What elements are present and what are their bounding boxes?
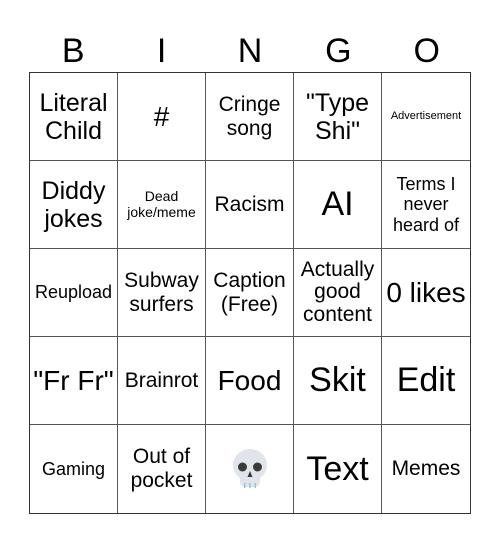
bingo-cell[interactable]: Diddy jokes xyxy=(30,161,118,249)
header-letter-g: G xyxy=(325,32,352,70)
cell-label: Advertisement xyxy=(390,110,462,123)
bingo-cell[interactable]: "Fr Fr" xyxy=(30,337,118,425)
bingo-cell[interactable]: Edit xyxy=(382,337,470,425)
bingo-cell[interactable]: Subway surfers xyxy=(118,249,206,337)
bingo-cell[interactable]: Dead joke/meme xyxy=(118,161,206,249)
cell-label: "Fr Fr" xyxy=(33,364,114,396)
cell-label: Food xyxy=(217,364,282,396)
bingo-cell[interactable]: Cringe song xyxy=(206,73,294,161)
bingo-cell[interactable]: Reupload xyxy=(30,249,118,337)
cell-label: Edit xyxy=(396,361,456,400)
cell-label: Memes xyxy=(391,457,461,481)
bingo-cell[interactable]: 0 likes xyxy=(382,249,470,337)
bingo-cell[interactable]: Literal Child xyxy=(30,73,118,161)
cell-label: Skit xyxy=(309,361,366,400)
cell-label: Caption (Free) xyxy=(213,268,286,316)
bingo-cell[interactable]: AI xyxy=(294,161,382,249)
cell-label: # xyxy=(153,100,170,132)
cell-label: Terms I never heard of xyxy=(392,174,460,235)
bingo-cell[interactable]: Advertisement xyxy=(382,73,470,161)
bingo-card: Literal Child # Cringe song "Type Shi" A… xyxy=(29,72,471,514)
cell-label: Actually good content xyxy=(300,258,375,326)
cell-label: Dead joke/meme xyxy=(127,187,196,220)
cell-label: Literal Child xyxy=(39,88,108,145)
bingo-cell[interactable]: Out of pocket xyxy=(118,425,206,513)
bingo-cell[interactable]: Food xyxy=(206,337,294,425)
header-letter-o: O xyxy=(413,32,440,70)
cell-label: Racism xyxy=(214,192,285,216)
bingo-cell[interactable]: # xyxy=(118,73,206,161)
cell-label: Out of pocket xyxy=(130,445,193,492)
cell-label: Brainrot xyxy=(124,368,199,392)
cell-label: Gaming xyxy=(41,458,106,479)
header-letter-b: B xyxy=(61,32,85,70)
cell-label: "Type Shi" xyxy=(305,88,370,145)
bingo-cell[interactable]: Terms I never heard of xyxy=(382,161,470,249)
cell-label: Text xyxy=(306,449,369,488)
bingo-cell[interactable]: "Type Shi" xyxy=(294,73,382,161)
bingo-cell[interactable]: Actually good content xyxy=(294,249,382,337)
cell-label: Reupload xyxy=(34,282,113,303)
bingo-cell[interactable]: Gaming xyxy=(30,425,118,513)
bingo-cell[interactable]: Memes xyxy=(382,425,470,513)
cell-label: Diddy jokes xyxy=(41,176,106,233)
skull-icon xyxy=(232,449,267,488)
cell-label: Subway surfers xyxy=(124,268,199,316)
bingo-cell[interactable]: Racism xyxy=(206,161,294,249)
bingo-cell[interactable] xyxy=(206,425,294,513)
cell-label: Cringe song xyxy=(218,92,281,140)
bingo-cell[interactable]: Text xyxy=(294,425,382,513)
bingo-header: B I N G O xyxy=(29,30,471,72)
bingo-cell[interactable]: Caption (Free) xyxy=(206,249,294,337)
header-letter-n: N xyxy=(237,32,263,70)
cell-label: AI xyxy=(321,185,354,224)
cell-label: 0 likes xyxy=(386,276,466,308)
bingo-cell[interactable]: Brainrot xyxy=(118,337,206,425)
header-letter-i: I xyxy=(156,32,167,70)
bingo-cell[interactable]: Skit xyxy=(294,337,382,425)
